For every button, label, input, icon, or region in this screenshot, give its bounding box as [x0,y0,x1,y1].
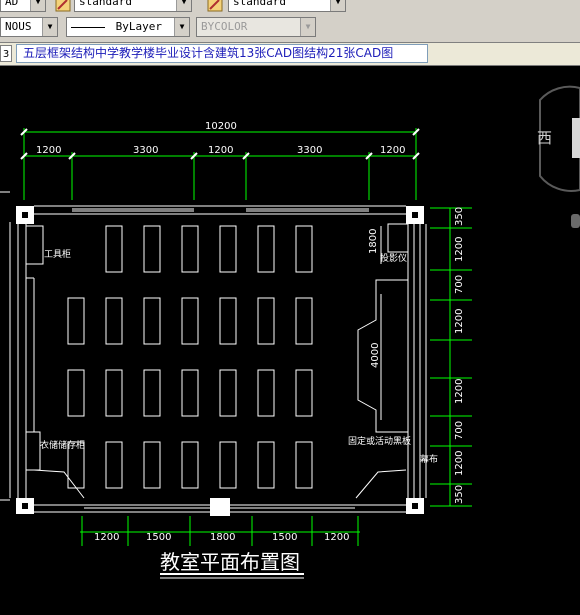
viewcube-face[interactable] [572,118,580,158]
textstyle-left-combo[interactable]: AD ▼ [0,0,46,12]
left-furniture [25,225,44,471]
desk [181,441,199,489]
desk [257,225,275,273]
desk [67,297,85,345]
blackboard [357,279,408,433]
desk [257,297,275,345]
dim-right-4: 1200 [454,309,465,334]
desk [295,369,313,417]
dim-top-2: 3300 [133,145,158,156]
viewcube-handle[interactable] [571,214,580,228]
desk [219,225,237,273]
document-tab[interactable]: 五层框架结构中学教学楼毕业设计含建筑13张CAD图结构21张CAD图 [16,44,428,63]
desk [105,225,123,273]
dim-bottom-2: 1500 [146,532,171,543]
right-dim-labels: 350 1200 700 1200 1200 700 1200 350 [454,207,465,504]
textstyle-value: standard [79,0,132,8]
walls [0,191,427,513]
desk [181,225,199,273]
tab-number[interactable]: 3 [0,45,12,62]
dim-inner-4000: 4000 [370,343,381,368]
drawing-canvas[interactable]: 西 10200 1200 3300 1200 3300 1200 350 120… [0,66,580,611]
linetype-combo[interactable]: ByLayer ▼ [66,17,190,37]
column [210,498,230,516]
dimstyle-icon[interactable] [206,0,224,13]
dim-top-1: 1200 [36,145,61,156]
desk [257,369,275,417]
desk [295,225,313,273]
dim-right-2: 1200 [454,237,465,262]
dim-bottom-4: 1500 [272,532,297,543]
color-combo[interactable]: BYCOLOR ▼ [196,17,316,37]
dim-top-3: 1200 [208,145,233,156]
label-blackboard: 固定或活动黑板 [348,435,411,447]
desk [219,441,237,489]
bottom-dim-labels: 1200 1500 1800 1500 1200 [94,532,349,543]
dim-bottom-3: 1800 [210,532,235,543]
dim-right-8: 350 [454,485,465,504]
color-value: BYCOLOR [201,20,248,33]
inner-dim-labels: 1800 4000 [368,229,381,368]
desk [257,441,275,489]
chevron-down-icon[interactable]: ▼ [330,0,345,11]
textstyle-combo[interactable]: standard ▼ [74,0,192,12]
linetype-left-value: NOUS [5,20,32,33]
textstyle-left-value: AD [5,0,19,8]
desk [105,297,123,345]
dim-right-6: 700 [454,421,465,440]
label-projector: 投影仪 [380,252,407,264]
desk [143,369,161,417]
chevron-down-icon[interactable]: ▼ [300,18,315,36]
dim-total-label: 10200 [205,121,237,132]
linetype-left-combo[interactable]: NOUS ▼ [0,17,58,37]
desk [105,441,123,489]
viewcube-west-label: 西 [537,129,552,147]
dim-top-4: 3300 [297,145,322,156]
label-screen: 幕布 [420,453,438,465]
storage-cabinet [25,431,41,471]
label-tool-cabinet: 工具柜 [44,248,71,260]
dim-bottom-1: 1200 [94,532,119,543]
desk [143,225,161,273]
dim-right-5: 1200 [454,379,465,404]
chevron-down-icon[interactable]: ▼ [174,18,189,36]
desk [143,441,161,489]
properties-toolbar: AD ▼ standard ▼ standard ▼ NOUS ▼ ByLaye… [0,0,580,43]
dimstyle-combo[interactable]: standard ▼ [228,0,346,12]
linetype-value: ByLayer [115,20,162,33]
dim-bottom-5: 1200 [324,532,349,543]
desk [105,369,123,417]
desk [181,297,199,345]
top-dimensions [23,128,417,200]
desk [143,297,161,345]
desk [219,369,237,417]
floor-plan-drawing: 西 10200 1200 3300 1200 3300 1200 350 120… [0,85,580,579]
dim-right-3: 700 [454,275,465,294]
desk [295,297,313,345]
desk [295,441,313,489]
dimstyle-value: standard [233,0,286,8]
desk-grid [67,225,313,489]
desk [219,297,237,345]
line-sample [71,26,105,28]
viewcube[interactable]: 西 [537,85,580,228]
dim-top-5: 1200 [380,145,405,156]
dim-right-1: 350 [454,207,465,226]
chevron-down-icon[interactable]: ▼ [176,0,191,11]
textstyle-icon[interactable] [54,0,72,13]
top-dim-labels: 10200 1200 3300 1200 3300 1200 [36,121,405,156]
chevron-down-icon[interactable]: ▼ [30,0,45,11]
desk [181,369,199,417]
document-tabbar: 3 五层框架结构中学教学楼毕业设计含建筑13张CAD图结构21张CAD图 [0,43,580,66]
label-storage-cabinet: 衣储储存柜 [40,439,85,451]
drawing-title: 教室平面布置图 [160,550,300,574]
chevron-down-icon[interactable]: ▼ [42,18,57,36]
tool-cabinet [25,225,44,265]
projector-box [387,223,409,253]
dim-right-7: 1200 [454,451,465,476]
dim-inner-1800: 1800 [368,229,379,254]
desk [67,369,85,417]
